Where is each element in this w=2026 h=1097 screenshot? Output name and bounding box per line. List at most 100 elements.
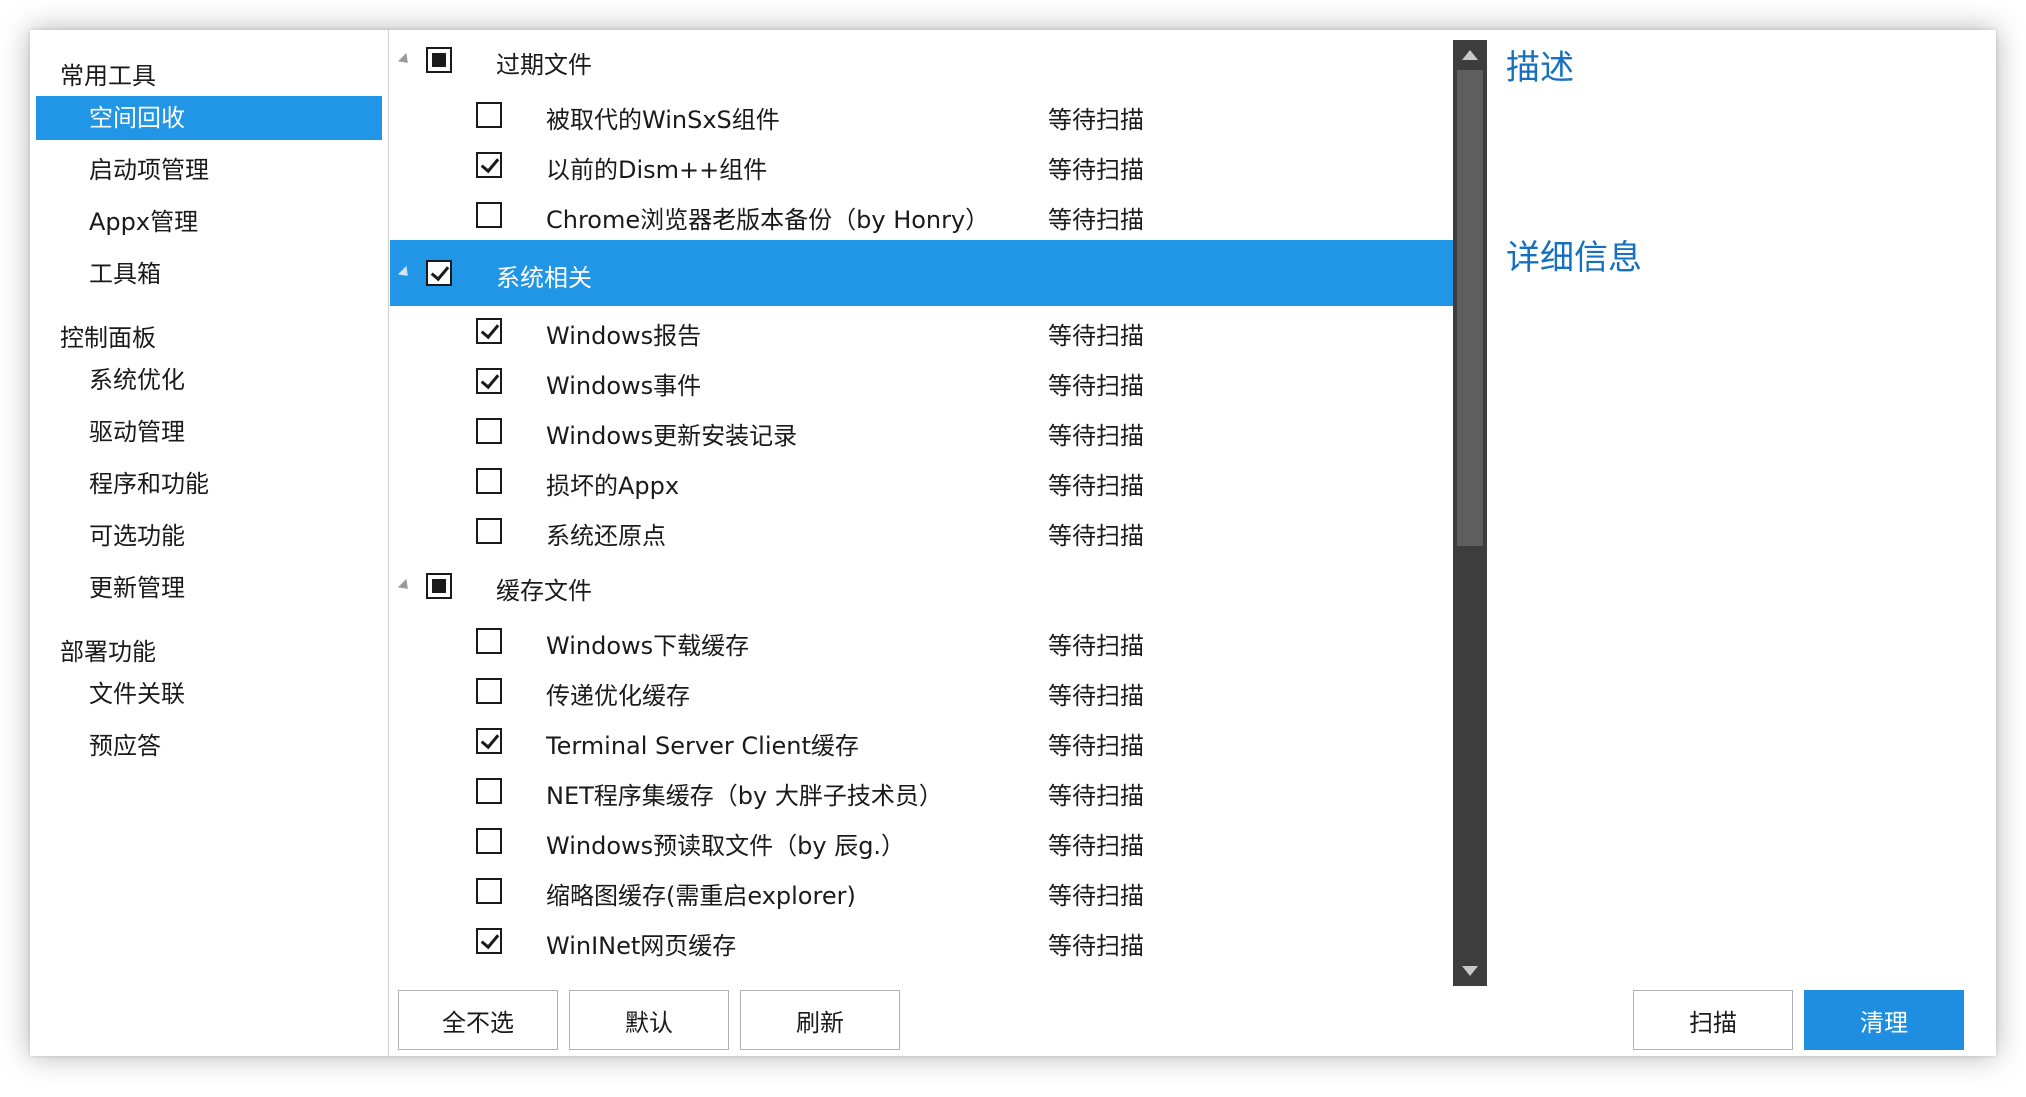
cleanup-item-row[interactable]: NET程序集缓存（by 大胖子技术员） 等待扫描 (390, 766, 1465, 816)
cleanup-item-row[interactable]: 缩略图缓存(需重启explorer) 等待扫描 (390, 866, 1465, 916)
item-checkbox[interactable] (476, 202, 502, 228)
item-label: Windows报告 (546, 322, 702, 350)
category-label: 系统相关 (496, 264, 592, 292)
item-status: 等待扫描 (1048, 782, 1144, 810)
item-checkbox[interactable] (476, 102, 502, 128)
item-status: 等待扫描 (1048, 106, 1144, 134)
sidebar-item[interactable]: 更新管理 (36, 566, 382, 610)
category-checkbox[interactable] (426, 573, 452, 599)
sidebar-item[interactable]: 程序和功能 (36, 462, 382, 506)
item-label: 缩略图缓存(需重启explorer) (546, 882, 856, 910)
item-status: 等待扫描 (1048, 422, 1144, 450)
cleanup-item-row[interactable]: Windows事件 等待扫描 (390, 356, 1465, 406)
detail-info-title: 详细信息 (1506, 238, 1642, 278)
item-status: 等待扫描 (1048, 156, 1144, 184)
item-label: 损坏的Appx (546, 472, 680, 500)
cleanup-item-row[interactable]: Terminal Server Client缓存 等待扫描 (390, 716, 1465, 766)
nav-group-title: 部署功能 (60, 638, 156, 666)
item-status: 等待扫描 (1048, 472, 1144, 500)
nav-group-title: 控制面板 (60, 324, 156, 352)
item-checkbox[interactable] (476, 318, 502, 344)
category-label: 过期文件 (496, 51, 592, 79)
item-label: Windows更新安装记录 (546, 422, 798, 450)
select-none-button[interactable]: 全不选 (398, 990, 558, 1050)
item-status: 等待扫描 (1048, 322, 1144, 350)
cleanup-item-row[interactable]: Windows预读取文件（by 辰g.） 等待扫描 (390, 816, 1465, 866)
refresh-button[interactable]: 刷新 (740, 990, 900, 1050)
item-checkbox[interactable] (476, 928, 502, 954)
item-label: WinINet网页缓存 (546, 932, 737, 960)
category-label: 缓存文件 (496, 577, 592, 605)
sidebar-item[interactable]: 工具箱 (36, 252, 382, 296)
scroll-up-icon[interactable] (1462, 50, 1478, 60)
cleanup-item-row[interactable]: WinINet网页缓存 等待扫描 (390, 916, 1465, 966)
item-label: Windows预读取文件（by 辰g.） (546, 832, 906, 860)
cleanup-item-row[interactable]: Chrome浏览器老版本备份（by Honry） 等待扫描 (390, 190, 1465, 240)
category-row[interactable]: 缓存文件 (390, 556, 1465, 616)
item-label: Windows事件 (546, 372, 702, 400)
sidebar-item[interactable]: 驱动管理 (36, 410, 382, 454)
sidebar: 常用工具空间回收启动项管理 Appx管理 工具箱控制面板系统优化驱动管理程序和功能可… (30, 30, 389, 1056)
scan-button[interactable]: 扫描 (1633, 990, 1793, 1050)
item-label: 以前的Dism++组件 (546, 156, 768, 184)
app-window: 常用工具空间回收启动项管理 Appx管理 工具箱控制面板系统优化驱动管理程序和功能可… (30, 30, 1996, 1056)
collapse-arrow-icon[interactable] (397, 578, 413, 594)
item-label: Chrome浏览器老版本备份（by Honry） (546, 206, 990, 234)
description-title: 描述 (1506, 48, 1574, 88)
item-status: 等待扫描 (1048, 682, 1144, 710)
item-label: Terminal Server Client缓存 (546, 732, 859, 760)
item-label: 被取代的WinSxS组件 (546, 106, 780, 134)
item-status: 等待扫描 (1048, 522, 1144, 550)
cleanup-item-row[interactable]: Windows下载缓存 等待扫描 (390, 616, 1465, 666)
item-checkbox[interactable] (476, 728, 502, 754)
sidebar-item[interactable]: 空间回收 (36, 96, 382, 140)
collapse-arrow-icon[interactable] (397, 265, 413, 281)
sidebar-item[interactable]: 系统优化 (36, 358, 382, 402)
item-checkbox[interactable] (476, 778, 502, 804)
item-status: 等待扫描 (1048, 932, 1144, 960)
item-checkbox[interactable] (476, 152, 502, 178)
category-checkbox[interactable] (426, 260, 452, 286)
sidebar-item[interactable]: 可选功能 (36, 514, 382, 558)
item-status: 等待扫描 (1048, 372, 1144, 400)
default-button[interactable]: 默认 (569, 990, 729, 1050)
item-checkbox[interactable] (476, 368, 502, 394)
item-status: 等待扫描 (1048, 206, 1144, 234)
cleanup-item-row[interactable]: 被取代的WinSxS组件 等待扫描 (390, 90, 1465, 140)
collapse-arrow-icon[interactable] (397, 52, 413, 68)
sidebar-item[interactable]: Appx管理 (36, 200, 382, 244)
item-label: Windows下载缓存 (546, 632, 750, 660)
cleanup-item-row[interactable]: 系统还原点 等待扫描 (390, 506, 1465, 556)
cleanup-item-row[interactable]: 以前的Dism++组件 等待扫描 (390, 140, 1465, 190)
item-checkbox[interactable] (476, 628, 502, 654)
item-checkbox[interactable] (476, 678, 502, 704)
item-status: 等待扫描 (1048, 882, 1144, 910)
category-row[interactable]: 过期文件 (390, 30, 1465, 90)
category-row[interactable]: 系统相关 (390, 240, 1465, 306)
sidebar-item[interactable]: 启动项管理 (36, 148, 382, 192)
scroll-down-icon[interactable] (1462, 966, 1478, 976)
cleanup-item-row[interactable]: Windows更新安装记录 等待扫描 (390, 406, 1465, 456)
item-label: 传递优化缓存 (546, 682, 690, 710)
item-checkbox[interactable] (476, 418, 502, 444)
cleanup-item-row[interactable]: Windows报告 等待扫描 (390, 306, 1465, 356)
cleanup-list: 过期文件 被取代的WinSxS组件 等待扫描 以前的Dism++组件 等待扫描 Chrom… (390, 30, 1465, 976)
clean-button[interactable]: 清理 (1804, 990, 1964, 1050)
sidebar-item[interactable]: 预应答 (36, 724, 382, 768)
nav-group-title: 常用工具 (60, 62, 156, 90)
item-status: 等待扫描 (1048, 832, 1144, 860)
item-label: 系统还原点 (546, 522, 666, 550)
item-status: 等待扫描 (1048, 632, 1144, 660)
category-checkbox[interactable] (426, 47, 452, 73)
item-checkbox[interactable] (476, 828, 502, 854)
item-label: NET程序集缓存（by 大胖子技术员） (546, 782, 943, 810)
item-checkbox[interactable] (476, 518, 502, 544)
item-status: 等待扫描 (1048, 732, 1144, 760)
sidebar-item[interactable]: 文件关联 (36, 672, 382, 716)
item-checkbox[interactable] (476, 468, 502, 494)
item-checkbox[interactable] (476, 878, 502, 904)
scroll-thumb[interactable] (1457, 70, 1483, 546)
cleanup-item-row[interactable]: 传递优化缓存 等待扫描 (390, 666, 1465, 716)
cleanup-item-row[interactable]: 损坏的Appx 等待扫描 (390, 456, 1465, 506)
list-scrollbar[interactable] (1453, 40, 1487, 986)
